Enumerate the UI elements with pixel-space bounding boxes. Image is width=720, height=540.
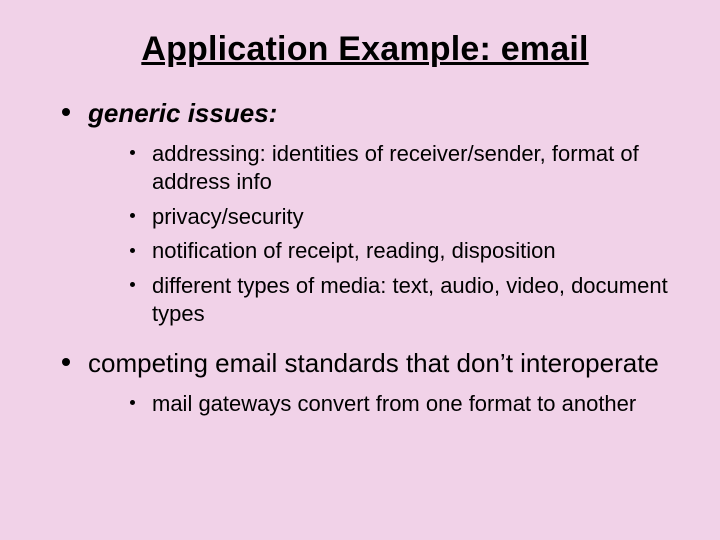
sub-bullet-item: notification of receipt, reading, dispos… bbox=[128, 237, 670, 266]
bullet-label: competing email standards that don’t int… bbox=[88, 348, 659, 378]
bullet-item: generic issues: addressing: identities o… bbox=[60, 97, 670, 329]
bullet-item: competing email standards that don’t int… bbox=[60, 347, 670, 418]
bullet-list: generic issues: addressing: identities o… bbox=[60, 97, 670, 418]
sub-bullet-item: different types of media: text, audio, v… bbox=[128, 272, 670, 329]
slide-title: Application Example: email bbox=[60, 30, 670, 69]
sub-bullet-list: mail gateways convert from one format to… bbox=[128, 390, 670, 419]
sub-bullet-item: mail gateways convert from one format to… bbox=[128, 390, 670, 419]
slide: Application Example: email generic issue… bbox=[0, 0, 720, 540]
bullet-label: generic issues: bbox=[88, 98, 277, 128]
sub-bullet-item: privacy/security bbox=[128, 203, 670, 232]
sub-bullet-list: addressing: identities of receiver/sende… bbox=[128, 140, 670, 330]
sub-bullet-item: addressing: identities of receiver/sende… bbox=[128, 140, 670, 197]
